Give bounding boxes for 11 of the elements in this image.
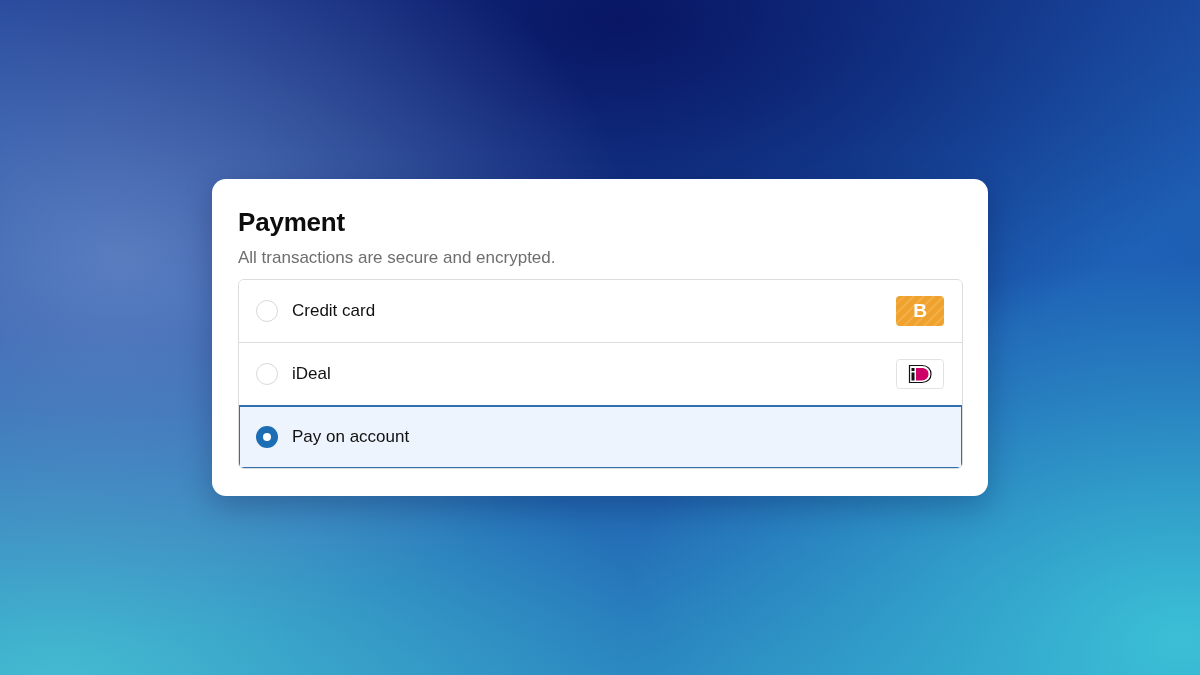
radio-button[interactable] bbox=[256, 300, 278, 322]
card-subtitle: All transactions are secure and encrypted. bbox=[238, 248, 557, 268]
option-label: Credit card bbox=[292, 301, 377, 321]
payment-logo-icon bbox=[896, 359, 944, 389]
option-label: Pay on account bbox=[292, 427, 411, 447]
option-label: iDeal bbox=[292, 364, 332, 384]
card-title: Payment bbox=[238, 207, 346, 237]
card-brand-badge: B bbox=[896, 296, 944, 326]
radio-button[interactable] bbox=[256, 426, 278, 448]
payment-option[interactable]: Pay on account bbox=[239, 405, 962, 468]
radio-button[interactable] bbox=[256, 363, 278, 385]
